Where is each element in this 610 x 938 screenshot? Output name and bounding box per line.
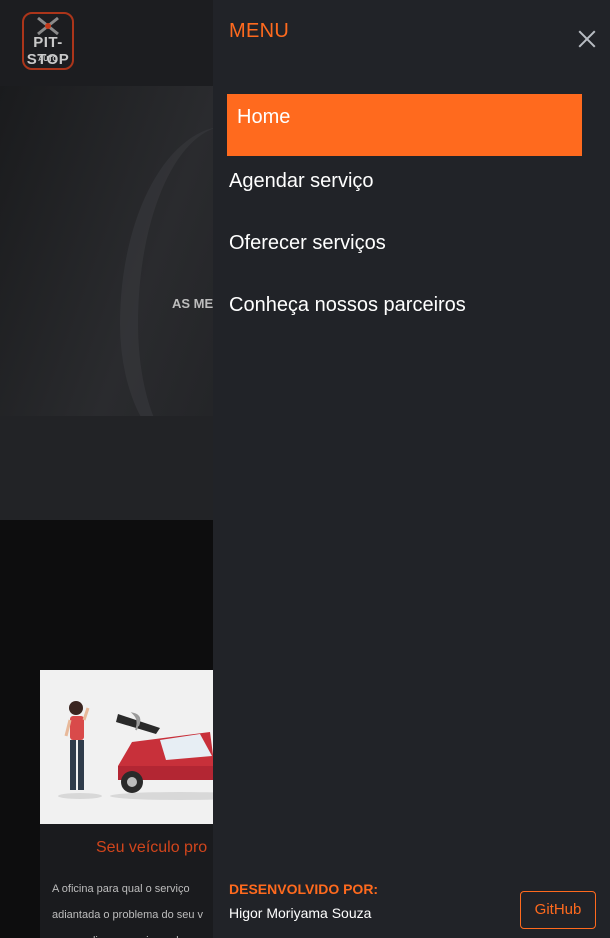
close-icon[interactable] — [575, 27, 599, 51]
hero-text: AS ME — [172, 296, 214, 311]
github-button[interactable]: GitHub — [520, 891, 596, 929]
menu-title: MENU — [229, 20, 290, 42]
developed-by-label: DESENVOLVIDO POR: — [229, 881, 379, 897]
site-logo[interactable]: PIT-STOP AUTO — [12, 12, 84, 72]
menu-item-oferecer-servicos[interactable]: Oferecer serviços — [227, 218, 582, 280]
card-title: Seu veículo pro — [96, 839, 208, 856]
menu-item-parceiros[interactable]: Conheça nossos parceiros — [227, 280, 582, 342]
side-menu-drawer: MENU Home Agendar serviço Oferecer servi… — [213, 0, 610, 938]
menu-item-home[interactable]: Home — [227, 94, 582, 156]
developer-name: Higor Moriyama Souza — [229, 905, 372, 921]
menu-list: Home Agendar serviço Oferecer serviços C… — [227, 94, 582, 342]
menu-item-agendar-servico[interactable]: Agendar serviço — [227, 156, 582, 218]
logo-subtext: AUTO — [38, 56, 58, 63]
